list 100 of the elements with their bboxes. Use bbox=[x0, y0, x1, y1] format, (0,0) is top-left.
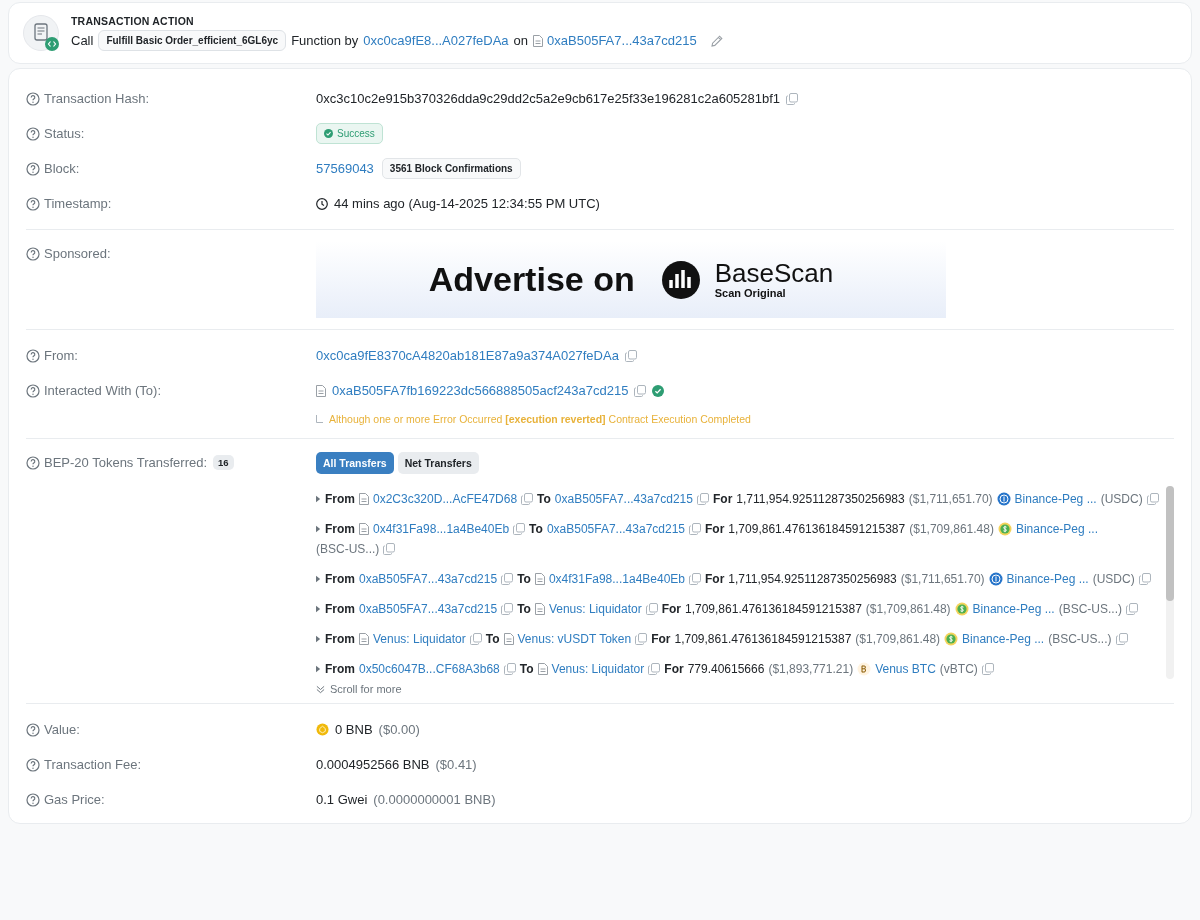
from-label: From bbox=[325, 571, 355, 588]
block-link[interactable]: 57569043 bbox=[316, 161, 374, 176]
for-label: For bbox=[705, 521, 725, 538]
copy-icon[interactable] bbox=[645, 603, 658, 615]
help-icon[interactable] bbox=[26, 455, 40, 470]
copy-icon[interactable] bbox=[513, 523, 526, 535]
copy-icon[interactable] bbox=[634, 384, 647, 397]
to-label: To bbox=[519, 661, 534, 678]
ad-brand: BaseScan bbox=[714, 260, 834, 286]
token-link[interactable]: Binance-Peg ... bbox=[1014, 489, 1097, 509]
copy-icon[interactable] bbox=[689, 573, 701, 585]
copy-icon[interactable] bbox=[786, 92, 799, 105]
address-link[interactable]: Venus: Liquidator bbox=[551, 659, 645, 679]
help-icon[interactable] bbox=[26, 757, 40, 772]
usd-value: ($1,711,651.70) bbox=[900, 571, 985, 588]
address-link[interactable]: 0xaB505FA7...43a7cd215 bbox=[359, 569, 498, 589]
copy-icon[interactable] bbox=[503, 663, 516, 675]
pencil-icon[interactable] bbox=[709, 33, 724, 48]
token-symbol: (vBTC) bbox=[939, 661, 978, 678]
caret-icon[interactable] bbox=[316, 495, 321, 503]
copy-icon[interactable] bbox=[469, 633, 482, 645]
coin-icon bbox=[996, 492, 1011, 506]
help-icon[interactable] bbox=[26, 383, 40, 398]
corner-icon bbox=[316, 415, 323, 423]
token-amount: 1,709,861.476136184591215387 bbox=[728, 521, 906, 538]
for-label: For bbox=[705, 571, 725, 588]
address-link[interactable]: 0xc0ca9fE8370cA4820ab181E87a9a374A027feDAa bbox=[316, 348, 619, 363]
address-link[interactable]: 0x2C3c320D...AcFE47D68 bbox=[373, 489, 518, 509]
field-label: Gas Price: bbox=[44, 792, 105, 807]
copy-icon[interactable] bbox=[689, 523, 701, 535]
copy-icon[interactable] bbox=[501, 603, 514, 615]
address-link[interactable]: 0xaB505FA7...43a7cd215 bbox=[547, 33, 697, 48]
help-icon[interactable] bbox=[26, 161, 40, 176]
caret-icon[interactable] bbox=[316, 605, 321, 613]
caret-icon[interactable] bbox=[316, 665, 321, 673]
field-label: Status: bbox=[44, 126, 85, 141]
address-link[interactable]: 0xaB505FA7...43a7cd215 bbox=[554, 489, 693, 509]
copy-icon[interactable] bbox=[1138, 573, 1151, 585]
caret-icon[interactable] bbox=[316, 575, 321, 583]
token-link[interactable]: Binance-Peg ... bbox=[1006, 569, 1089, 589]
timestamp-value: 44 mins ago (Aug-14-2025 12:34:55 PM UTC) bbox=[334, 196, 600, 211]
caret-icon[interactable] bbox=[316, 525, 321, 533]
copy-icon[interactable] bbox=[521, 493, 534, 505]
token-amount: 1,711,954.92511287350256983 bbox=[728, 571, 897, 588]
help-icon[interactable] bbox=[26, 792, 40, 807]
scroll-more-link[interactable]: Scroll for more bbox=[330, 683, 402, 695]
copy-icon[interactable] bbox=[383, 543, 396, 555]
scrollbar-thumb[interactable] bbox=[1166, 486, 1174, 601]
field-label: BEP-20 Tokens Transferred: bbox=[44, 455, 208, 470]
address-link[interactable]: 0xaB505FA7...43a7cd215 bbox=[546, 519, 685, 539]
token-amount: 1,709,861.476136184591215387 bbox=[685, 601, 862, 618]
coin-icon bbox=[857, 662, 872, 676]
to-label: To bbox=[537, 491, 551, 508]
token-link[interactable]: Binance-Peg ... bbox=[972, 599, 1055, 619]
caret-icon[interactable] bbox=[316, 635, 321, 643]
field-label: Block: bbox=[44, 161, 80, 176]
address-link[interactable]: Venus: Liquidator bbox=[373, 629, 466, 649]
usd-value: ($0.00) bbox=[378, 722, 420, 737]
help-icon[interactable] bbox=[26, 246, 40, 261]
address-link[interactable]: 0xaB505FA7...43a7cd215 bbox=[359, 599, 498, 619]
address-link[interactable]: 0xaB505FA7fb169223dc566888505acf243a7cd215 bbox=[332, 383, 629, 398]
copy-icon[interactable] bbox=[635, 633, 648, 645]
field-label: Sponsored: bbox=[44, 246, 111, 261]
copy-icon[interactable] bbox=[1126, 603, 1138, 615]
token-amount: 1,709,861.476136184591215387 bbox=[674, 631, 852, 648]
count-badge: 16 bbox=[213, 455, 234, 470]
transfers-tab[interactable]: Net Transfers bbox=[397, 452, 479, 474]
for-label: For bbox=[661, 601, 681, 618]
copy-icon[interactable] bbox=[501, 573, 514, 585]
scrollbar[interactable] bbox=[1166, 486, 1174, 679]
copy-icon[interactable] bbox=[624, 349, 637, 362]
help-icon[interactable] bbox=[26, 348, 40, 363]
from-label: From bbox=[325, 521, 355, 538]
function-by-text: Function by bbox=[291, 33, 359, 48]
copy-icon[interactable] bbox=[981, 663, 994, 675]
from-label: From bbox=[325, 491, 355, 508]
document-icon bbox=[533, 34, 544, 47]
token-amount: 1,711,954.92511287350256983 bbox=[736, 491, 905, 508]
address-link[interactable]: 0x4f31Fa98...1a4Be40Eb bbox=[373, 519, 510, 539]
token-link[interactable]: Binance-Peg ... bbox=[1015, 519, 1098, 539]
copy-icon[interactable] bbox=[648, 663, 661, 675]
address-link[interactable]: 0x50c6047B...CF68A3b68 bbox=[359, 659, 500, 679]
address-link[interactable]: 0x4f31Fa98...1a4Be40Eb bbox=[548, 569, 685, 589]
token-link[interactable]: Binance-Peg ... bbox=[962, 629, 1045, 649]
help-icon[interactable] bbox=[26, 722, 40, 737]
status-badge: Success bbox=[316, 123, 383, 144]
copy-icon[interactable] bbox=[1146, 493, 1159, 505]
help-icon[interactable] bbox=[26, 91, 40, 106]
help-icon[interactable] bbox=[26, 126, 40, 141]
logo-icon bbox=[660, 259, 701, 300]
address-link[interactable]: Venus: vUSDT Token bbox=[517, 629, 632, 649]
address-link[interactable]: 0xc0ca9fE8...A027feDAa bbox=[363, 33, 509, 48]
usd-value: ($1,709,861.48) bbox=[909, 521, 994, 538]
copy-icon[interactable] bbox=[697, 493, 709, 505]
gas-price: 0.1 Gwei bbox=[316, 792, 368, 807]
copy-icon[interactable] bbox=[1115, 633, 1128, 645]
token-link[interactable]: Venus BTC bbox=[875, 659, 936, 679]
transfers-tab[interactable]: All Transfers bbox=[316, 452, 394, 474]
address-link[interactable]: Venus: Liquidator bbox=[548, 599, 642, 619]
help-icon[interactable] bbox=[26, 196, 40, 211]
